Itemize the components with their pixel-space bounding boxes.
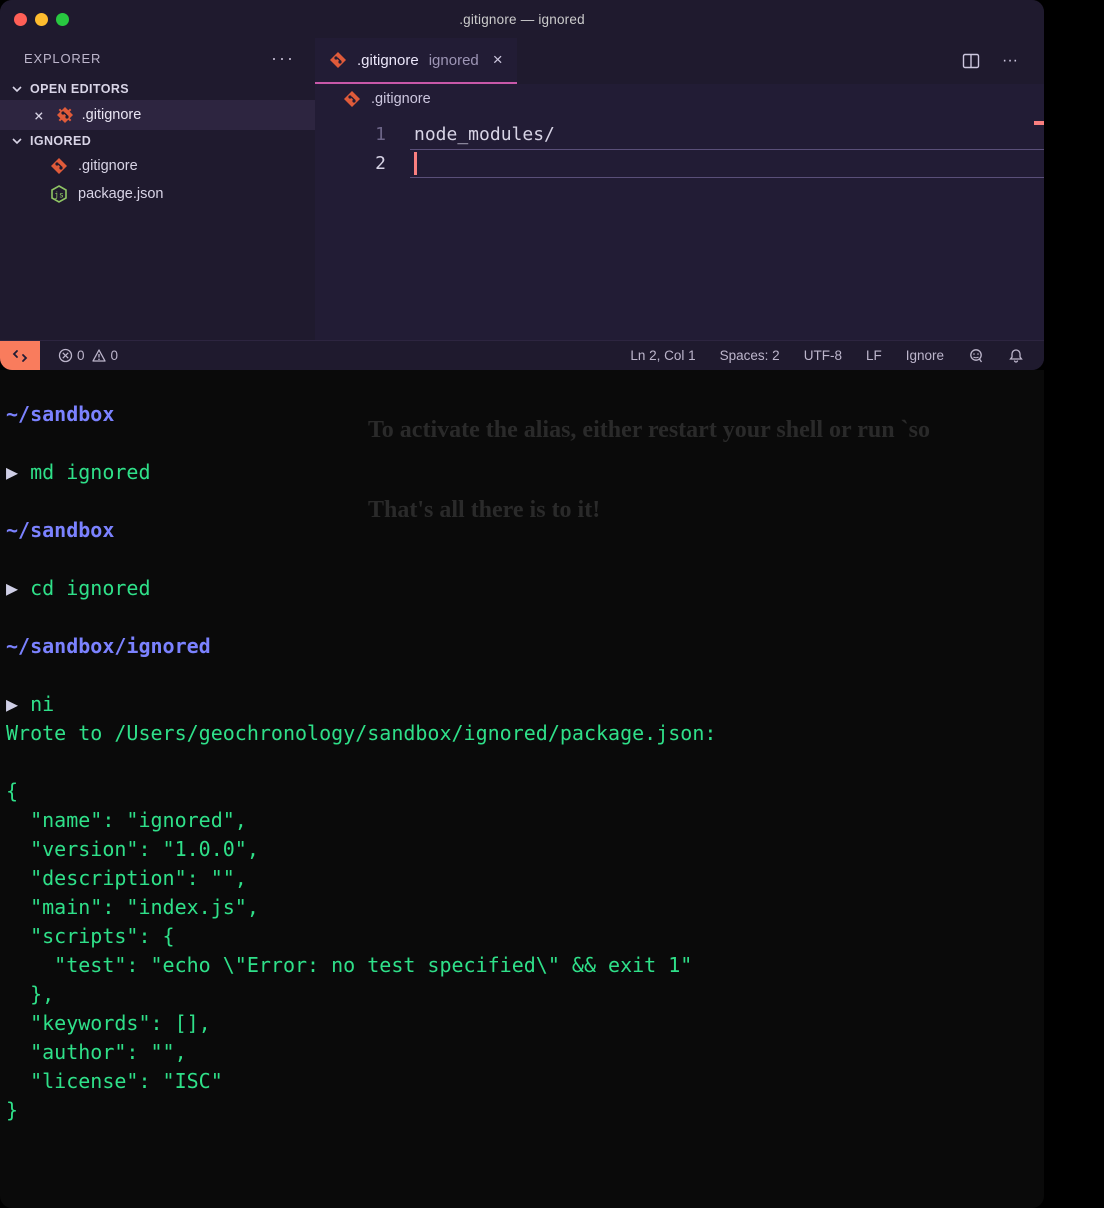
terminal-output: "main": "index.js", bbox=[6, 895, 259, 919]
file-row-packagejson[interactable]: js package.json bbox=[0, 180, 315, 208]
explorer-sidebar: EXPLORER ··· OPEN EDITORS × .gitignore bbox=[0, 38, 315, 340]
close-tab-icon[interactable]: × bbox=[493, 50, 503, 70]
remote-indicator[interactable] bbox=[0, 341, 40, 370]
explorer-header: EXPLORER ··· bbox=[0, 38, 315, 78]
prompt-icon: ▶ bbox=[6, 692, 30, 716]
folder-section[interactable]: IGNORED bbox=[0, 130, 315, 152]
terminal-output: "test": "echo \"Error: no test specified… bbox=[6, 953, 692, 977]
code-area[interactable]: 1 2 node_modules/ bbox=[315, 114, 1044, 340]
bell-icon[interactable] bbox=[1008, 348, 1024, 364]
terminal-command: cd ignored bbox=[30, 576, 150, 600]
terminal-command: ni bbox=[30, 692, 54, 716]
git-file-icon bbox=[56, 106, 74, 124]
file-name: package.json bbox=[78, 186, 163, 202]
line-number: 2 bbox=[315, 149, 410, 178]
chevron-down-icon bbox=[10, 134, 24, 148]
code-line bbox=[410, 149, 1044, 178]
node-file-icon: js bbox=[50, 185, 68, 203]
language-item[interactable]: Ignore bbox=[906, 348, 944, 363]
close-window-button[interactable] bbox=[14, 13, 27, 26]
breadcrumb[interactable]: .gitignore bbox=[315, 84, 1044, 114]
terminal-output: { bbox=[6, 779, 18, 803]
terminal-output: Wrote to /Users/geochronology/sandbox/ig… bbox=[6, 721, 716, 745]
eol-item[interactable]: LF bbox=[866, 348, 882, 363]
breadcrumb-filename: .gitignore bbox=[371, 91, 431, 107]
terminal-path: ~/sandbox/ignored bbox=[6, 634, 211, 658]
warning-icon bbox=[91, 348, 107, 363]
tab-folder: ignored bbox=[429, 52, 479, 69]
open-editors-section[interactable]: OPEN EDITORS bbox=[0, 78, 315, 100]
tabs: .gitignore ignored × ··· bbox=[315, 38, 1044, 84]
code-line: node_modules/ bbox=[410, 120, 1044, 149]
file-name: .gitignore bbox=[78, 158, 138, 174]
file-row-gitignore[interactable]: .gitignore bbox=[0, 152, 315, 180]
spaces-item[interactable]: Spaces: 2 bbox=[720, 348, 780, 363]
open-editor-filename: .gitignore bbox=[82, 107, 142, 123]
terminal-output: "author": "", bbox=[6, 1040, 187, 1064]
minimize-window-button[interactable] bbox=[35, 13, 48, 26]
prompt-icon: ▶ bbox=[6, 460, 30, 484]
window-title: .gitignore — ignored bbox=[459, 12, 585, 27]
git-file-icon bbox=[329, 51, 347, 69]
chevron-down-icon bbox=[10, 82, 24, 96]
more-actions-icon[interactable]: ··· bbox=[1002, 52, 1018, 70]
terminal-output: "license": "ISC" bbox=[6, 1069, 223, 1093]
explorer-title: EXPLORER bbox=[24, 51, 101, 66]
error-icon bbox=[58, 348, 73, 363]
terminal-output: "scripts": { bbox=[6, 924, 175, 948]
vscode-window: .gitignore — ignored EXPLORER ··· OPEN E… bbox=[0, 0, 1044, 370]
ln-col-item[interactable]: Ln 2, Col 1 bbox=[630, 348, 695, 363]
terminal-output: "keywords": [], bbox=[6, 1011, 211, 1035]
code-lines[interactable]: node_modules/ bbox=[410, 114, 1044, 340]
close-editor-icon[interactable]: × bbox=[34, 106, 44, 125]
tab-filename: .gitignore bbox=[357, 52, 419, 69]
split-editor-icon[interactable] bbox=[962, 52, 980, 70]
warnings-count: 0 bbox=[111, 348, 119, 363]
terminal[interactable]: To activate the alias, either restart yo… bbox=[0, 370, 1044, 1208]
feedback-icon[interactable] bbox=[968, 348, 984, 364]
errors-item[interactable]: 0 bbox=[58, 348, 85, 363]
git-file-icon bbox=[50, 157, 68, 175]
terminal-output: }, bbox=[6, 982, 54, 1006]
terminal-output: } bbox=[6, 1098, 18, 1122]
line-number: 1 bbox=[315, 120, 410, 149]
gutter: 1 2 bbox=[315, 114, 410, 340]
terminal-output: "version": "1.0.0", bbox=[6, 837, 259, 861]
open-editor-item[interactable]: × .gitignore bbox=[0, 100, 315, 130]
explorer-more-icon[interactable]: ··· bbox=[271, 48, 295, 69]
titlebar[interactable]: .gitignore — ignored bbox=[0, 0, 1044, 38]
encoding-item[interactable]: UTF-8 bbox=[804, 348, 842, 363]
terminal-output: "name": "ignored", bbox=[6, 808, 247, 832]
statusbar: 0 0 Ln 2, Col 1 Spaces: 2 UTF-8 LF Ignor… bbox=[0, 340, 1044, 370]
minimap-marker bbox=[1034, 121, 1044, 125]
terminal-path: ~/sandbox bbox=[6, 518, 114, 542]
traffic-lights bbox=[14, 13, 69, 26]
git-file-icon bbox=[343, 90, 361, 108]
terminal-output: "description": "", bbox=[6, 866, 247, 890]
text-cursor bbox=[414, 152, 417, 175]
warnings-item[interactable]: 0 bbox=[91, 348, 119, 363]
editor: .gitignore ignored × ··· .gitignore bbox=[315, 38, 1044, 340]
tab-gitignore[interactable]: .gitignore ignored × bbox=[315, 38, 517, 84]
errors-count: 0 bbox=[77, 348, 85, 363]
folder-label: IGNORED bbox=[30, 134, 91, 148]
terminal-command: md ignored bbox=[30, 460, 150, 484]
svg-text:js: js bbox=[54, 191, 64, 200]
terminal-path: ~/sandbox bbox=[6, 402, 114, 426]
prompt-icon: ▶ bbox=[6, 576, 30, 600]
open-editors-label: OPEN EDITORS bbox=[30, 82, 129, 96]
maximize-window-button[interactable] bbox=[56, 13, 69, 26]
